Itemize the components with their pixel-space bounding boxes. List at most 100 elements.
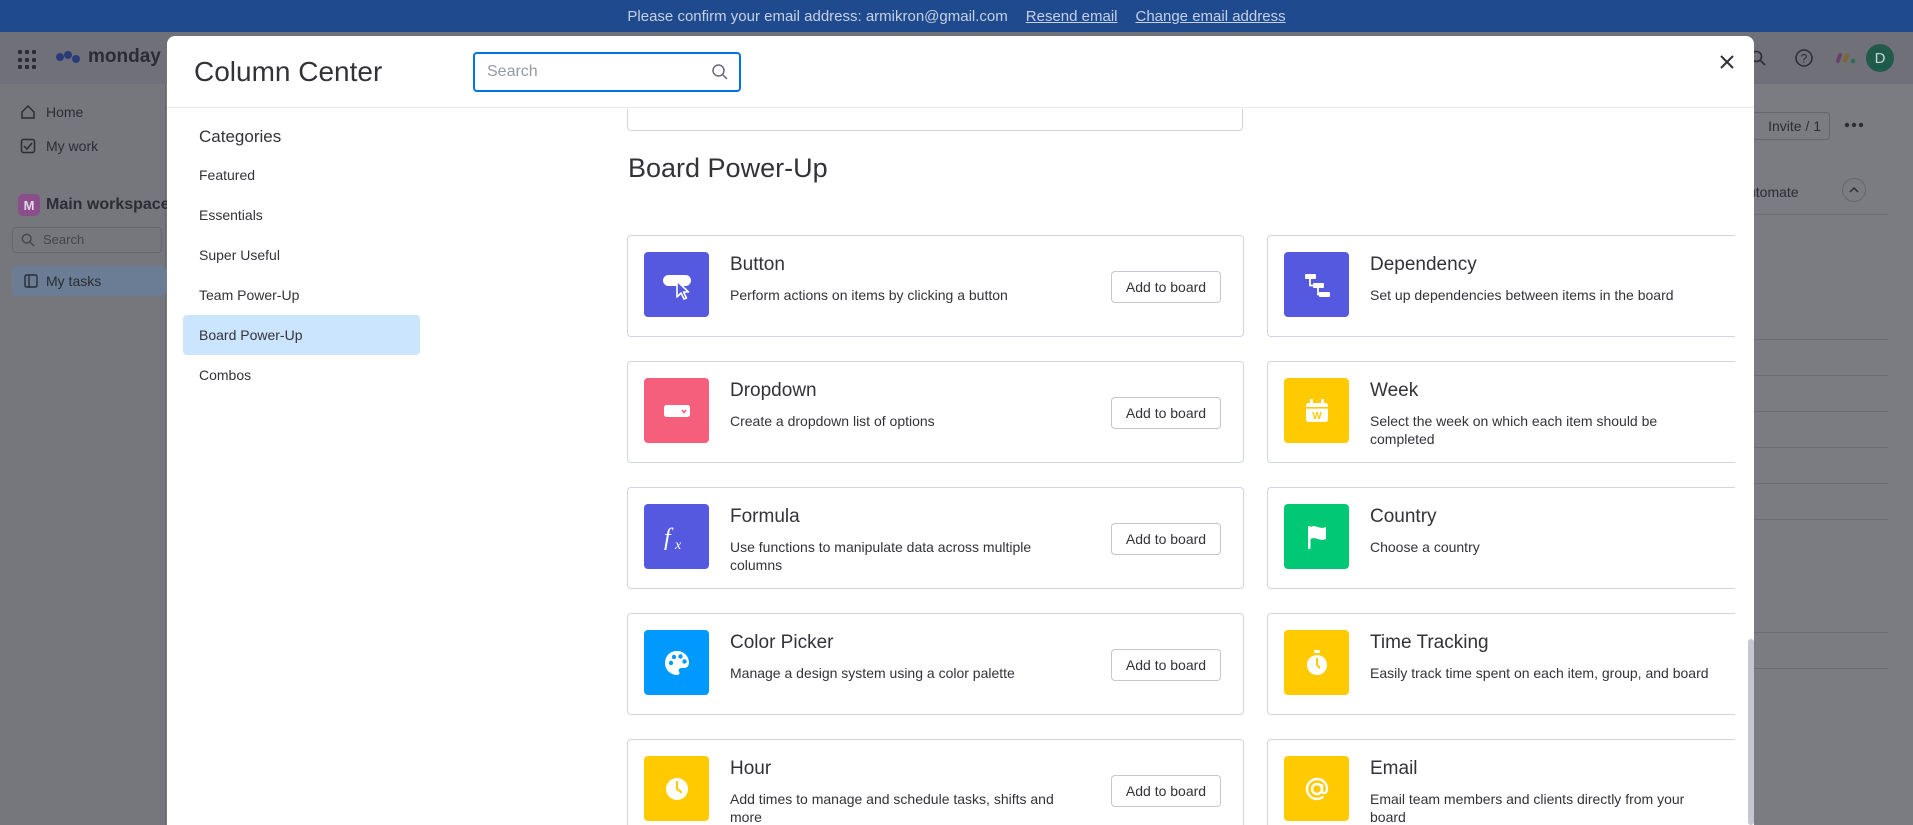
bg-divider (1748, 411, 1888, 412)
sidebar-item-my-tasks: My tasks (12, 266, 166, 296)
palette-icon (644, 630, 709, 695)
column-name: Country (1370, 506, 1437, 527)
modal-header: Column Center (167, 36, 1754, 108)
at-sign-icon (1284, 756, 1349, 821)
column-card-time-tracking: Time Tracking Easily track time spent on … (1267, 613, 1735, 715)
week-calendar-icon: W (1284, 378, 1349, 443)
category-board-power-up[interactable]: Board Power-Up (183, 315, 420, 355)
category-essentials[interactable]: Essentials (183, 195, 420, 235)
column-card-hour: Hour Add times to manage and schedule tas… (627, 739, 1244, 825)
add-to-board-button[interactable]: Add to board (1111, 271, 1221, 303)
column-name: Dependency (1370, 254, 1477, 275)
column-card-button: Button Perform actions on items by clicki… (627, 235, 1244, 337)
logo-text: monday (88, 46, 161, 67)
add-to-board-button[interactable]: Add to board (1111, 775, 1221, 807)
board-icon (24, 274, 38, 288)
bg-divider (1748, 339, 1888, 340)
bg-divider (1748, 483, 1888, 484)
sidebar-search-placeholder: Search (43, 232, 85, 247)
more-options-icon (1844, 122, 1864, 128)
dependency-icon (1284, 252, 1349, 317)
column-card-week: W Week Select the week on which each item … (1267, 361, 1735, 463)
column-description: Choose a country (1370, 539, 1480, 555)
bg-divider (1748, 447, 1888, 448)
change-email-link[interactable]: Change email address (1135, 8, 1285, 25)
sidebar-item-my-work: My work (20, 138, 98, 154)
bg-divider (1748, 214, 1888, 215)
column-description: Set up dependencies between items in the… (1370, 287, 1674, 303)
logo-dots-icon (56, 49, 80, 65)
sidebar-item-label: My work (46, 138, 99, 154)
column-name: Color Picker (730, 632, 834, 653)
column-description: Perform actions on items by clicking a b… (730, 287, 1008, 303)
bg-divider (1748, 632, 1888, 633)
close-icon[interactable] (1715, 50, 1739, 74)
svg-text:x: x (674, 538, 682, 553)
workspace-name: Main workspace (46, 196, 170, 213)
column-card-color-picker: Color Picker Manage a design system using… (627, 613, 1244, 715)
svg-text:?: ? (1801, 52, 1808, 66)
column-card-email: Email Email team members and clients dire… (1267, 739, 1735, 825)
column-description: Use functions to manipulate data across … (730, 539, 1032, 573)
column-description: Easily track time spent on each item, gr… (1370, 665, 1709, 681)
sidebar-item-label: My tasks (46, 273, 102, 289)
search-icon (712, 64, 728, 80)
column-name: Hour (730, 758, 772, 779)
sidebar-item-home: Home (20, 104, 83, 120)
column-center-modal: Column Center Categories FeaturedEssenti… (167, 36, 1754, 825)
workspace-badge: M (18, 194, 40, 216)
sidebar-search: Search (12, 227, 162, 253)
stopwatch-icon (1284, 630, 1349, 695)
column-name: Time Tracking (1370, 632, 1489, 653)
category-team-power-up[interactable]: Team Power-Up (183, 275, 420, 315)
help-icon: ? (1795, 49, 1813, 67)
monday-logo: monday w (56, 46, 181, 68)
add-to-board-button[interactable]: Add to board (1111, 649, 1221, 681)
modal-title: Column Center (194, 56, 383, 87)
column-card-country: CountryChoose a countryAdd to board (1267, 487, 1735, 589)
workspace-selector: M Main workspace (18, 194, 170, 216)
sidebar-item-label: Home (46, 104, 84, 120)
column-description: Email team members and clients directly … (1370, 791, 1685, 825)
banner-message: Please confirm your email address: armik… (627, 7, 1008, 25)
column-name: Week (1370, 380, 1419, 401)
add-to-board-button[interactable]: Add to board (1111, 397, 1221, 429)
apps-grid-icon (18, 50, 38, 70)
avatar-letter: D (1874, 49, 1886, 67)
home-icon (21, 104, 35, 119)
column-card-dropdown: Dropdown Create a dropdown list of option… (627, 361, 1244, 463)
button-icon (644, 252, 709, 317)
collapse-icon (1842, 178, 1866, 202)
clock-icon (644, 756, 709, 821)
flag-icon (1284, 504, 1349, 569)
search-input[interactable] (475, 54, 695, 90)
column-name: Dropdown (730, 380, 817, 401)
category-combos[interactable]: Combos (183, 355, 420, 395)
column-list: Board Power-Up Button Perform actions on … (450, 109, 1735, 825)
automate-label: utomate (1748, 184, 1799, 200)
partial-card (627, 109, 1243, 131)
invite-button: Invite / 1 (1748, 112, 1830, 140)
search-icon (21, 233, 35, 247)
column-name: Formula (730, 506, 800, 527)
dropdown-icon (644, 378, 709, 443)
content-scrollbar[interactable] (1748, 639, 1754, 825)
bg-divider (1748, 519, 1888, 520)
column-description: Select the week on which each item shoul… (1370, 413, 1658, 447)
category-featured[interactable]: Featured (183, 155, 420, 195)
search-box (473, 52, 741, 92)
checkbox-icon (20, 138, 36, 154)
category-super-useful[interactable]: Super Useful (183, 235, 420, 275)
formula-icon: fx (644, 504, 709, 569)
email-confirm-banner: Please confirm your email address: armik… (0, 0, 1913, 32)
column-description: Create a dropdown list of options (730, 413, 935, 429)
section-title: Board Power-Up (628, 153, 828, 183)
column-card-formula: f x Formula Use functions to manipulate dat… (627, 487, 1244, 589)
column-card-dependency: Dependency Set up dependencies between it… (1267, 235, 1735, 337)
svg-text:W: W (1312, 411, 1322, 422)
svg-text:f: f (664, 525, 674, 551)
add-to-board-button[interactable]: Add to board (1111, 523, 1221, 555)
avatar: D (1866, 44, 1894, 72)
column-description: Manage a design system using a color pal… (730, 665, 1015, 681)
resend-email-link[interactable]: Resend email (1026, 8, 1118, 25)
